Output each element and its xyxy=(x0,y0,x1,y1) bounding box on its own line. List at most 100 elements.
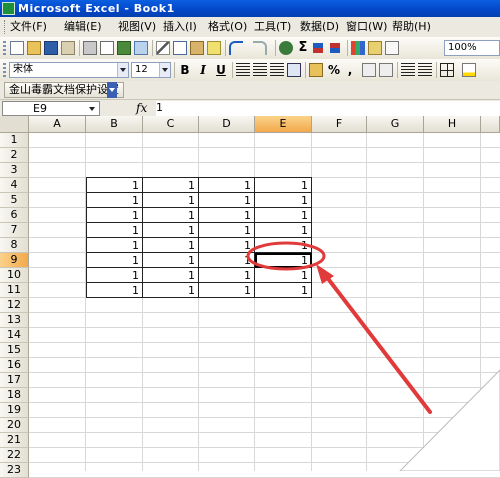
cell-b10[interactable]: 1 xyxy=(86,268,143,283)
font-name-select[interactable]: 宋体 xyxy=(9,62,129,78)
toolbar-grip[interactable] xyxy=(3,63,6,77)
drawing-icon[interactable] xyxy=(368,41,382,55)
row-header-1[interactable]: 1 xyxy=(0,133,29,148)
cell-d4[interactable]: 1 xyxy=(199,177,255,193)
menu-grip-handle[interactable] xyxy=(4,20,7,34)
fill-color-icon[interactable] xyxy=(462,63,476,77)
formula-input[interactable]: 1 xyxy=(156,101,500,116)
cell-d11[interactable]: 1 xyxy=(199,283,255,298)
font-size-select[interactable]: 12 xyxy=(131,62,171,78)
menu-edit[interactable]: 编辑(E) xyxy=(64,20,102,34)
spelling-icon[interactable] xyxy=(117,41,131,55)
cell-c10[interactable]: 1 xyxy=(143,268,199,283)
comma-style-button[interactable]: , xyxy=(342,62,358,78)
row-header-3[interactable]: 3 xyxy=(0,163,29,178)
row-header-6[interactable]: 6 xyxy=(0,208,29,223)
cell-d6[interactable]: 1 xyxy=(199,208,255,223)
menu-help[interactable]: 帮助(H) xyxy=(392,20,431,34)
merge-center-icon[interactable] xyxy=(287,63,301,77)
chevron-down-icon[interactable] xyxy=(159,63,170,77)
row-header-4[interactable]: 4 xyxy=(0,178,29,193)
cut-icon[interactable] xyxy=(156,41,170,55)
cell-b6[interactable]: 1 xyxy=(86,208,143,223)
menu-tools[interactable]: 工具(T) xyxy=(254,20,291,34)
row-header-15[interactable]: 15 xyxy=(0,343,29,358)
column-header-h[interactable]: H xyxy=(424,116,481,133)
zoom-select[interactable]: 100% xyxy=(444,40,500,56)
save-icon[interactable] xyxy=(44,41,58,55)
bold-button[interactable]: B xyxy=(177,62,193,78)
menu-file[interactable]: 文件(F) xyxy=(10,20,47,34)
document-protect-button[interactable]: 金山毒霸文档保护设置 xyxy=(4,82,124,98)
decrease-indent-icon[interactable] xyxy=(401,63,415,77)
cell-d8[interactable]: 1 xyxy=(199,238,255,253)
row-header-17[interactable]: 17 xyxy=(0,373,29,388)
column-header-d[interactable]: D xyxy=(199,116,255,133)
row-header-22[interactable]: 22 xyxy=(0,448,29,463)
cell-d7[interactable]: 1 xyxy=(199,223,255,238)
cell-b11[interactable]: 1 xyxy=(86,283,143,298)
menu-window[interactable]: 窗口(W) xyxy=(346,20,387,34)
permission-icon[interactable] xyxy=(61,41,75,55)
decrease-decimal-icon[interactable] xyxy=(379,63,393,77)
row-header-20[interactable]: 20 xyxy=(0,418,29,433)
column-header-c[interactable]: C xyxy=(143,116,199,133)
cell-e11[interactable]: 1 xyxy=(255,283,312,298)
cell-e6[interactable]: 1 xyxy=(255,208,312,223)
cell-e7[interactable]: 1 xyxy=(255,223,312,238)
insert-function-icon[interactable]: fx xyxy=(136,101,147,115)
cell-d10[interactable]: 1 xyxy=(199,268,255,283)
chart-icon[interactable] xyxy=(385,41,399,55)
new-document-icon[interactable] xyxy=(10,41,24,55)
column-header-b[interactable]: B xyxy=(86,116,143,133)
redo-icon[interactable] xyxy=(253,41,267,55)
cell-e9[interactable]: 1 xyxy=(255,253,312,268)
column-header-partial[interactable] xyxy=(481,116,500,133)
cell-d5[interactable]: 1 xyxy=(199,193,255,208)
italic-button[interactable]: I xyxy=(195,62,211,78)
row-header-11[interactable]: 11 xyxy=(0,283,29,298)
cell-c6[interactable]: 1 xyxy=(143,208,199,223)
row-header-8[interactable]: 8 xyxy=(0,238,29,253)
percent-style-button[interactable]: % xyxy=(326,62,342,78)
row-header-9[interactable]: 9 xyxy=(0,253,29,268)
chart-wizard-icon[interactable] xyxy=(351,41,365,55)
cell-e8[interactable]: 1 xyxy=(255,238,312,253)
column-header-e[interactable]: E xyxy=(255,116,312,133)
align-center-icon[interactable] xyxy=(253,63,267,77)
column-header-g[interactable]: G xyxy=(367,116,424,133)
research-icon[interactable] xyxy=(134,41,148,55)
chevron-down-icon[interactable] xyxy=(107,82,117,98)
row-header-5[interactable]: 5 xyxy=(0,193,29,208)
cell-b4[interactable]: 1 xyxy=(86,177,143,193)
cell-e5[interactable]: 1 xyxy=(255,193,312,208)
toolbar-grip[interactable] xyxy=(3,41,6,55)
cell-c4[interactable]: 1 xyxy=(143,177,199,193)
cell-c11[interactable]: 1 xyxy=(143,283,199,298)
row-header-16[interactable]: 16 xyxy=(0,358,29,373)
row-header-21[interactable]: 21 xyxy=(0,433,29,448)
row-header-7[interactable]: 7 xyxy=(0,223,29,238)
cell-c5[interactable]: 1 xyxy=(143,193,199,208)
cell-c9[interactable]: 1 xyxy=(143,253,199,268)
column-header-a[interactable]: A xyxy=(29,116,86,133)
excel-app-icon[interactable] xyxy=(2,2,15,15)
cell-e10[interactable]: 1 xyxy=(255,268,312,283)
cell-b9[interactable]: 1 xyxy=(86,253,143,268)
cell-e4[interactable]: 1 xyxy=(255,177,312,193)
menu-insert[interactable]: 插入(I) xyxy=(163,20,197,34)
row-header-13[interactable]: 13 xyxy=(0,313,29,328)
sort-ascending-icon[interactable] xyxy=(313,43,323,53)
open-folder-icon[interactable] xyxy=(27,41,41,55)
format-painter-icon[interactable] xyxy=(207,41,221,55)
copy-icon[interactable] xyxy=(173,41,187,55)
undo-icon[interactable] xyxy=(229,41,243,55)
row-header-2[interactable]: 2 xyxy=(0,148,29,163)
borders-icon[interactable] xyxy=(440,63,454,77)
menu-data[interactable]: 数据(D) xyxy=(300,20,339,34)
menu-view[interactable]: 视图(V) xyxy=(118,20,156,34)
name-box[interactable]: E9 xyxy=(2,101,100,116)
autosum-icon[interactable]: Σ xyxy=(296,41,310,55)
cell-c8[interactable]: 1 xyxy=(143,238,199,253)
cell-d9[interactable]: 1 xyxy=(199,253,255,268)
